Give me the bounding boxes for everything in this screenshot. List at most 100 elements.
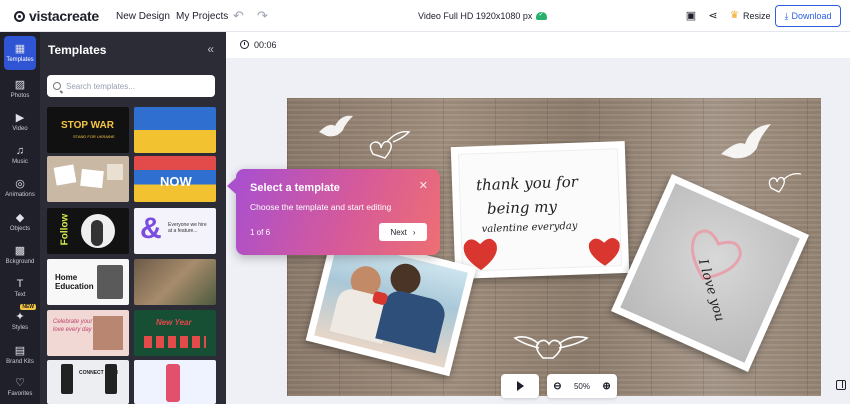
thumb-subtitle: STAND FOR UKRAINE bbox=[73, 134, 115, 139]
resize-button[interactable]: ♛ Resize bbox=[730, 10, 770, 21]
i-love-you-card[interactable]: I love you bbox=[610, 173, 810, 373]
thumb-title: Celebrate your love every day bbox=[53, 319, 93, 333]
play-button[interactable] bbox=[501, 374, 539, 398]
share-icon[interactable]: ⋖ bbox=[706, 9, 720, 23]
background-icon: ▩ bbox=[14, 245, 26, 257]
dove-doodle-icon bbox=[319, 115, 353, 137]
thumb-subtitle: Everyone we hire at a feature... bbox=[168, 222, 207, 234]
rail-item-video[interactable]: ▶ Video bbox=[0, 105, 40, 139]
template-thumb-fashion[interactable] bbox=[134, 360, 216, 404]
template-thumb-stop-war[interactable]: STOP WAR STAND FOR UKRAINE bbox=[47, 107, 129, 153]
next-label: Next bbox=[390, 227, 407, 237]
rail-item-favorites[interactable]: ♡ Favorites bbox=[0, 370, 40, 404]
template-thumb-home-education[interactable]: Home Education bbox=[47, 259, 129, 305]
logo-mark-icon bbox=[14, 10, 25, 22]
search-input[interactable] bbox=[66, 81, 206, 91]
template-thumb-connect[interactable]: CONNECT WITH bbox=[47, 360, 129, 404]
animation-icon: ◎ bbox=[15, 178, 25, 190]
thumb-title: STOP WAR bbox=[61, 120, 114, 131]
template-thumb-ukraine-flag[interactable] bbox=[134, 107, 216, 153]
onboarding-tooltip: Select a template ✕ Choose the template … bbox=[227, 169, 440, 255]
dove-doodle-icon bbox=[721, 124, 771, 159]
template-thumb-everyone[interactable]: & Everyone we hire at a feature... bbox=[134, 208, 216, 254]
rail-item-bckground[interactable]: ▩ Bckground bbox=[0, 238, 40, 272]
document-title[interactable]: Video Full HD 1920x1080 px bbox=[418, 10, 548, 21]
winged-heart-doodle-icon bbox=[513, 336, 589, 359]
tooltip-subtitle: Choose the template and start editing bbox=[250, 202, 392, 212]
new-badge: NEW bbox=[20, 304, 36, 310]
download-label: Download bbox=[791, 11, 832, 21]
resize-label: Resize bbox=[742, 10, 771, 21]
comment-icon[interactable]: ▣ bbox=[684, 9, 698, 23]
rail-item-animations[interactable]: ◎ Animations bbox=[0, 171, 40, 205]
my-projects-link[interactable]: My Projects bbox=[176, 11, 228, 22]
rail-item-label: Music bbox=[12, 159, 28, 165]
message-card[interactable]: thank you for being my valentine everyda… bbox=[450, 141, 630, 279]
rail-item-label: Brand Kits bbox=[6, 359, 34, 365]
rail-item-label: Video bbox=[12, 126, 28, 132]
redo-icon[interactable]: ↷ bbox=[257, 8, 268, 24]
document-title-text: Video Full HD 1920x1080 px bbox=[418, 11, 533, 21]
red-heart-icon bbox=[588, 237, 620, 266]
rail-item-templates[interactable]: ▦ Templates bbox=[4, 36, 36, 70]
download-icon: ⤓ bbox=[784, 10, 789, 21]
logo-text: vistacreate bbox=[29, 8, 99, 24]
search-icon bbox=[53, 82, 61, 90]
tooltip-title: Select a template bbox=[250, 182, 340, 194]
rail-item-photos[interactable]: ▨ Photos bbox=[0, 72, 40, 106]
template-thumb-photo-collage[interactable] bbox=[47, 156, 129, 202]
rail-item-label: Favorites bbox=[7, 391, 33, 397]
heart-icon: ♡ bbox=[15, 377, 25, 389]
template-thumb-follow[interactable]: Follow bbox=[47, 208, 129, 254]
play-icon bbox=[516, 381, 524, 391]
rail-item-styles[interactable]: ✦ Styles NEW bbox=[0, 304, 40, 338]
top-bar: vistacreate New Design My Projects ↶ ↷ V… bbox=[0, 0, 850, 32]
zoom-out-icon[interactable]: ⊖ bbox=[553, 381, 561, 392]
zoom-control: ⊖ 50% ⊕ bbox=[547, 374, 617, 398]
card-line-1: thank you for bbox=[475, 172, 579, 195]
panel-title: Templates bbox=[48, 43, 107, 57]
templates-panel: Templates « STOP WAR STAND FOR UKRAINE N… bbox=[40, 32, 226, 404]
rail-item-label: Text bbox=[14, 292, 26, 298]
rail-item-objects[interactable]: ◆ Objects bbox=[0, 205, 40, 239]
music-icon: ♫ bbox=[15, 145, 25, 157]
template-thumb-new-year[interactable]: New Year bbox=[134, 310, 216, 356]
thumb-title: & bbox=[140, 212, 162, 245]
shapes-icon: ◆ bbox=[15, 212, 25, 224]
card-line-2: being my bbox=[486, 197, 558, 218]
template-search[interactable] bbox=[47, 75, 215, 97]
winged-heart-doodle-icon bbox=[768, 172, 802, 193]
template-thumb-flowers[interactable] bbox=[134, 259, 216, 305]
thumb-title: Home Education bbox=[55, 273, 94, 291]
duration-label[interactable]: 00:06 bbox=[254, 40, 277, 50]
template-thumb-now[interactable]: NOW bbox=[134, 156, 216, 202]
cloud-saved-icon bbox=[536, 10, 548, 20]
rail-item-brand-kits[interactable]: ▤ Brand Kits bbox=[0, 338, 40, 372]
left-rail: ▦ Templates ▨ Photos ▶ Video ♫ Music ◎ Animations… bbox=[0, 32, 40, 404]
image-icon: ▨ bbox=[14, 79, 26, 91]
styles-icon: ✦ bbox=[15, 311, 25, 323]
rail-item-label: Templates bbox=[6, 57, 34, 63]
clock-icon bbox=[240, 40, 249, 49]
new-design-link[interactable]: New Design bbox=[116, 11, 170, 22]
undo-icon[interactable]: ↶ bbox=[233, 8, 244, 24]
download-button[interactable]: ⤓ Download bbox=[775, 5, 841, 27]
video-icon: ▶ bbox=[15, 112, 25, 124]
side-panel-toggle-icon[interactable] bbox=[836, 380, 846, 390]
collapse-panel-icon[interactable]: « bbox=[207, 42, 214, 56]
thumb-title: NOW bbox=[160, 174, 192, 189]
rail-item-label: Objects bbox=[9, 226, 31, 232]
text-icon: T bbox=[16, 278, 24, 290]
rail-item-label: Animations bbox=[5, 192, 35, 198]
rail-item-text[interactable]: T Text bbox=[0, 271, 40, 305]
vistacreate-logo[interactable]: vistacreate bbox=[14, 8, 99, 24]
close-icon[interactable]: ✕ bbox=[419, 179, 428, 192]
timeline-bar: 00:06 bbox=[226, 32, 850, 58]
crown-icon: ♛ bbox=[730, 10, 739, 21]
rail-item-label: Styles bbox=[11, 325, 29, 331]
zoom-level[interactable]: 50% bbox=[574, 382, 590, 391]
zoom-in-icon[interactable]: ⊕ bbox=[602, 381, 610, 392]
rail-item-music[interactable]: ♫ Music bbox=[0, 138, 40, 172]
template-thumb-celebrate-love[interactable]: Celebrate your love every day bbox=[47, 310, 129, 356]
tooltip-next-button[interactable]: Next › bbox=[379, 223, 427, 241]
